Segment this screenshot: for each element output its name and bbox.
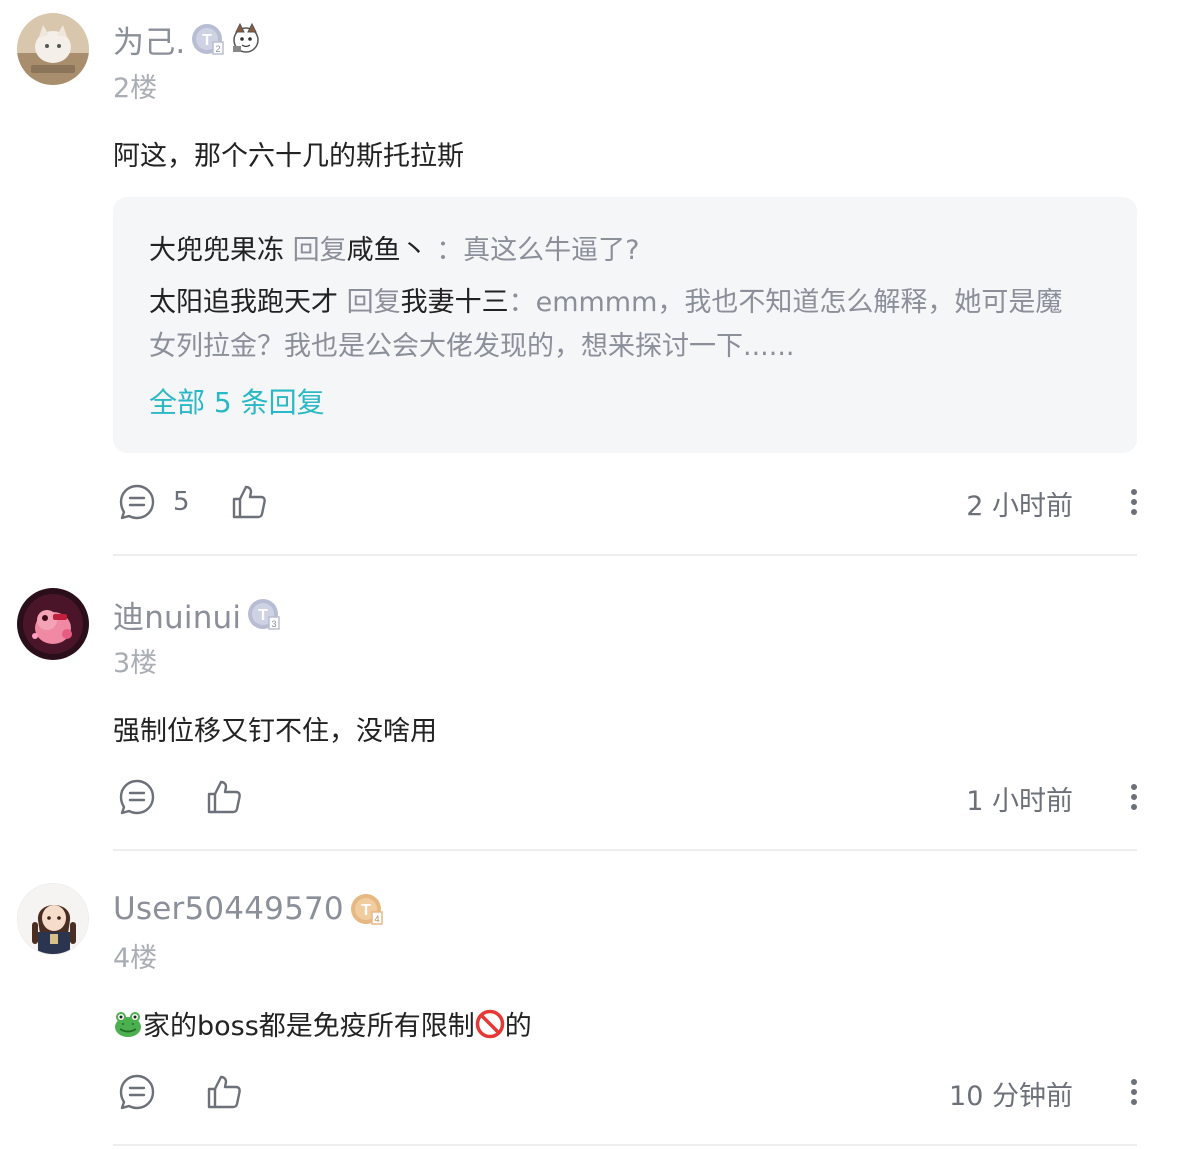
comment-bubble-icon (117, 482, 157, 522)
level-badge-icon: T 2 (191, 22, 225, 56)
divider (113, 1144, 1137, 1146)
reply-item: 大兜兜果冻 回复咸鱼丶 ：真这么牛逼了? (149, 229, 640, 273)
divider (113, 554, 1137, 556)
reply-verb: 回复 (346, 287, 401, 318)
like-button[interactable] (229, 478, 269, 526)
like-button[interactable] (204, 773, 244, 821)
reply-button[interactable] (117, 773, 157, 821)
reply-text: ：真这么牛逼了? (436, 235, 640, 266)
svg-text:3: 3 (272, 619, 277, 629)
comment-text: 强制位移又钉不住，没啥用 (113, 716, 437, 747)
level-badge-icon: T 4 (350, 892, 384, 926)
thumbs-up-icon (204, 777, 244, 817)
comment-text: 家的boss都是免疫所有限制 的 (113, 1004, 532, 1043)
more-vertical-icon[interactable] (1117, 482, 1137, 522)
mascot-badge-icon (229, 22, 263, 56)
prohibited-emoji-icon (475, 1009, 505, 1039)
more-vertical-icon[interactable] (1117, 777, 1137, 817)
thumbs-up-icon (229, 482, 269, 522)
level-badge-icon: T 3 (247, 597, 281, 631)
username[interactable]: 为己. (113, 17, 185, 62)
avatar[interactable] (17, 883, 89, 955)
reply-text: 女列拉金？我也是公会大佬发现的，想来探讨一下...... (149, 331, 795, 362)
username[interactable]: 迪nuinui (113, 592, 241, 637)
timestamp: 1 小时前 (966, 786, 1073, 817)
like-button[interactable] (204, 1068, 244, 1116)
view-all-replies-link[interactable]: 全部 5 条回复 (149, 381, 325, 421)
floor-number: 4楼 (113, 943, 158, 974)
reply-count: 5 (173, 487, 190, 517)
more-vertical-icon[interactable] (1117, 1072, 1137, 1112)
comment-text-part: 的 (504, 1011, 532, 1042)
username-row: 为己. T 2 (113, 17, 263, 61)
comment-text: 阿这，那个六十几的斯托拉斯 (113, 141, 464, 172)
reply-author[interactable]: 太阳追我跑天才 (149, 287, 338, 318)
timestamp: 2 小时前 (966, 491, 1073, 522)
reply-verb: 回复 (292, 235, 347, 266)
comment-text-part: 家的boss都是免疫所有限制 (143, 1011, 475, 1042)
action-row: 10 分钟前 (113, 1068, 1137, 1116)
reply-text-continued: 女列拉金？我也是公会大佬发现的，想来探讨一下...... (149, 325, 795, 369)
svg-text:4: 4 (374, 914, 379, 924)
floor-number: 3楼 (113, 648, 158, 679)
reply-item: 太阳追我跑天才 回复我妻十三：emmmm，我也不知道怎么解释，她可是魔 (149, 281, 1062, 325)
username-row: User50449570 T 4 (113, 887, 384, 931)
svg-text:T: T (361, 902, 371, 919)
reply-author[interactable]: 大兜兜果冻 (149, 235, 284, 266)
reply-button[interactable] (117, 1068, 157, 1116)
comment-bubble-icon (117, 1072, 157, 1112)
frog-emoji-icon (113, 1009, 143, 1039)
svg-text:2: 2 (216, 44, 221, 54)
thumbs-up-icon (204, 1072, 244, 1112)
action-row: 5 2 小时前 (113, 478, 1137, 526)
avatar[interactable] (17, 588, 89, 660)
divider (113, 849, 1137, 851)
action-row: 1 小时前 (113, 773, 1137, 821)
reply-preview-box[interactable]: 大兜兜果冻 回复咸鱼丶 ：真这么牛逼了? 太阳追我跑天才 回复我妻十三：emmm… (113, 197, 1137, 453)
username[interactable]: User50449570 (113, 891, 344, 927)
svg-text:T: T (203, 32, 213, 49)
reply-target[interactable]: 我妻十三 (401, 287, 509, 318)
floor-number: 2楼 (113, 73, 158, 104)
comment-bubble-icon (117, 777, 157, 817)
reply-text: ：emmmm，我也不知道怎么解释，她可是魔 (508, 287, 1063, 318)
svg-text:T: T (258, 607, 268, 624)
timestamp: 10 分钟前 (949, 1081, 1073, 1112)
username-row: 迪nuinui T 3 (113, 592, 281, 636)
avatar[interactable] (17, 13, 89, 85)
reply-target[interactable]: 咸鱼丶 (347, 235, 428, 266)
reply-button[interactable]: 5 (117, 478, 190, 526)
